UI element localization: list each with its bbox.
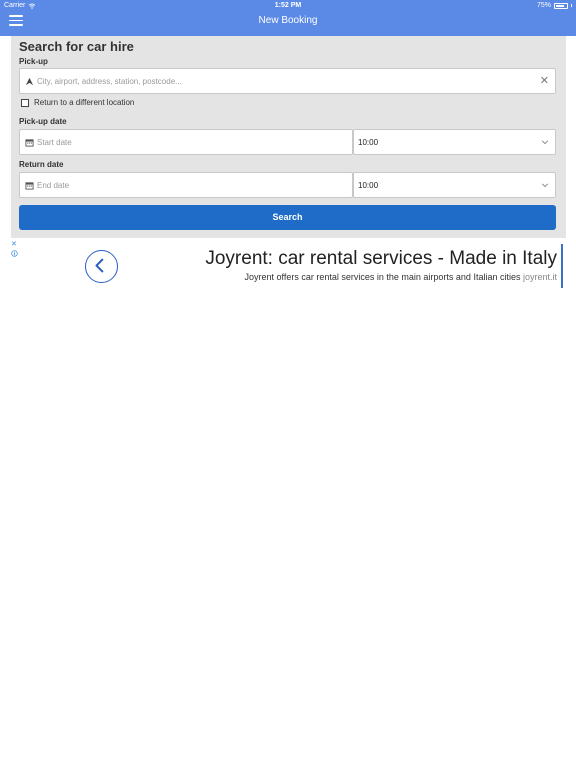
pickup-location-input[interactable]: City, airport, address, station, postcod… [19, 68, 556, 94]
pickup-label: Pick-up [19, 57, 48, 66]
start-date-placeholder: Start date [37, 138, 72, 147]
search-form-panel: Search for car hire Pick-up City, airpor… [11, 36, 566, 238]
location-arrow-icon [25, 77, 34, 86]
end-date-input[interactable]: End date [19, 172, 353, 198]
return-different-location-row[interactable]: Return to a different location [21, 98, 134, 107]
return-different-location-checkbox[interactable] [21, 98, 29, 107]
ad-description[interactable]: Joyrent offers car rental services in th… [245, 272, 558, 282]
pickup-time-value: 10:00 [358, 138, 379, 147]
battery-tip [571, 4, 572, 7]
ad-title-link[interactable]: Joyrent: car rental services - Made in I… [205, 248, 557, 270]
status-bar: Carrier 1:52 PM 75% [0, 0, 576, 12]
page-title: New Booking [258, 15, 318, 26]
clear-icon[interactable]: ✕ [540, 75, 549, 87]
chevron-down-icon [541, 140, 549, 145]
battery-level-fill [556, 4, 564, 7]
return-date-label: Return date [19, 160, 64, 169]
ad-info-icon[interactable] [11, 250, 18, 257]
search-button[interactable]: Search [19, 205, 556, 230]
status-time: 1:52 PM [274, 2, 302, 9]
pickup-placeholder: City, airport, address, station, postcod… [37, 77, 182, 86]
start-date-input[interactable]: Start date [19, 129, 353, 155]
chevron-left-icon [95, 258, 104, 273]
status-battery: 75% [537, 2, 572, 9]
battery-percent: 75% [536, 2, 551, 9]
ad-description-text: Joyrent offers car rental services in th… [244, 272, 521, 282]
ad-domain: joyrent.it [522, 272, 557, 282]
return-time-select[interactable]: 10:00 [353, 172, 556, 198]
chevron-down-icon [541, 183, 549, 188]
pickup-time-select[interactable]: 10:00 [353, 129, 556, 155]
ad-accent-bar [561, 244, 563, 288]
app-header: Carrier 1:52 PM 75% New Booking [0, 0, 576, 36]
pickup-date-label: Pick-up date [19, 117, 67, 126]
return-time-value: 10:00 [358, 181, 379, 190]
ad-close-icon[interactable]: ✕ [11, 241, 18, 249]
return-different-location-label: Return to a different location [34, 98, 135, 107]
calendar-icon [25, 182, 34, 190]
calendar-icon [25, 139, 34, 147]
end-date-placeholder: End date [37, 181, 70, 190]
form-title: Search for car hire [19, 39, 134, 54]
ad-back-button[interactable] [85, 250, 118, 283]
battery-icon [554, 2, 568, 9]
